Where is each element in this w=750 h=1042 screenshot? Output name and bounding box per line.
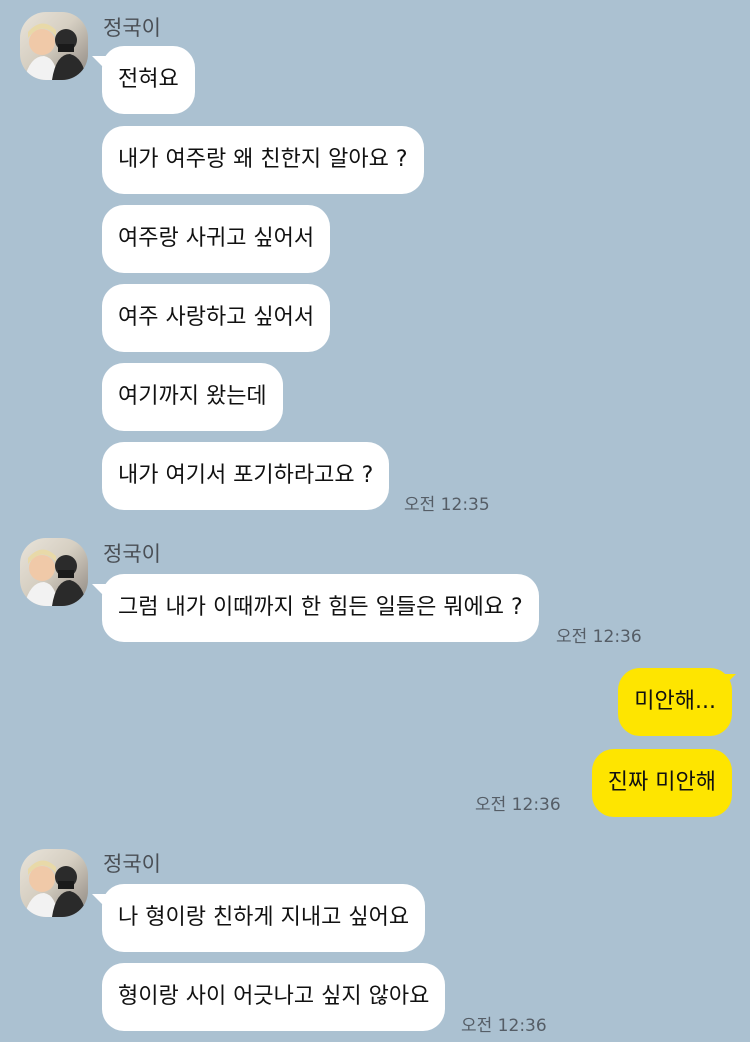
message-bubble[interactable]: 내가 여주랑 왜 친한지 알아요 ? xyxy=(102,126,424,194)
sender-name: 정국이 xyxy=(103,542,161,566)
message-bubble[interactable]: 전혀요 xyxy=(102,46,195,114)
message-bubble[interactable]: 나 형이랑 친하게 지내고 싶어요 xyxy=(102,884,426,952)
message-bubble[interactable]: 여주 사랑하고 싶어서 xyxy=(102,284,331,352)
profile-avatar[interactable] xyxy=(20,849,88,917)
sender-name: 정국이 xyxy=(103,852,161,876)
message-bubble[interactable]: 여주랑 사귀고 싶어서 xyxy=(102,205,331,273)
message-bubble[interactable]: 미안해... xyxy=(618,668,732,736)
message-timestamp: 오전 12:36 xyxy=(556,627,642,647)
message-bubble[interactable]: 여기까지 왔는데 xyxy=(102,363,283,431)
message-bubble[interactable]: 내가 여기서 포기하라고요 ? xyxy=(102,442,390,510)
sender-name: 정국이 xyxy=(103,16,161,40)
profile-avatar[interactable] xyxy=(20,12,88,80)
message-timestamp: 오전 12:36 xyxy=(461,1016,547,1036)
message-bubble[interactable]: 형이랑 사이 어긋나고 싶지 않아요 xyxy=(102,963,446,1031)
message-timestamp: 오전 12:36 xyxy=(475,795,561,815)
message-timestamp: 오전 12:35 xyxy=(404,495,490,515)
message-bubble[interactable]: 진짜 미안해 xyxy=(591,749,732,817)
profile-avatar[interactable] xyxy=(20,538,88,606)
message-bubble[interactable]: 그럼 내가 이때까지 한 힘든 일들은 뭐에요 ? xyxy=(102,574,539,642)
